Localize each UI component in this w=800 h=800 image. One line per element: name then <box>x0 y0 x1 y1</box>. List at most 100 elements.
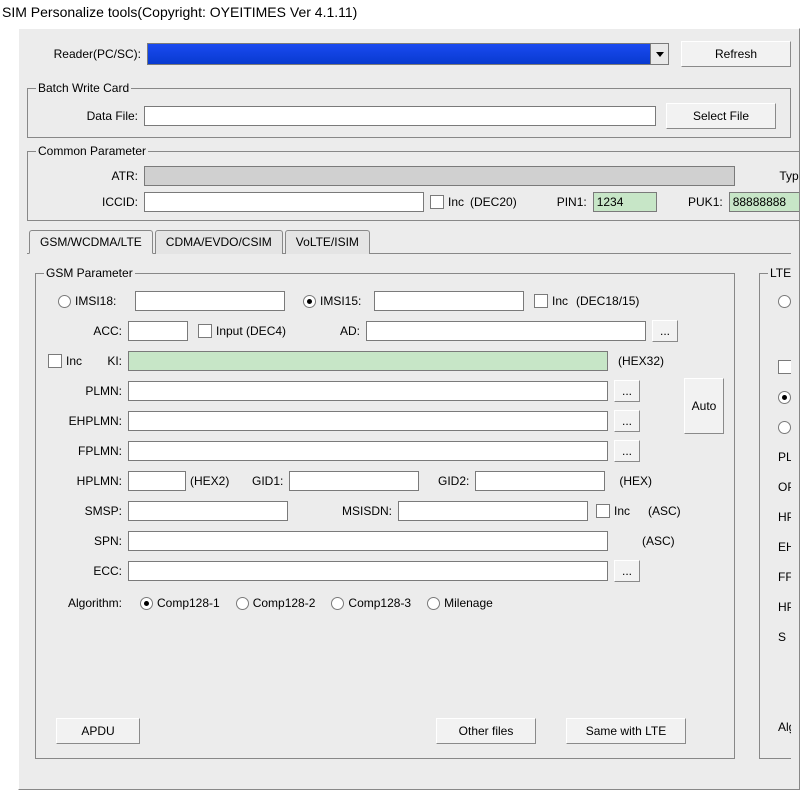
iccid-input[interactable] <box>144 192 424 212</box>
dec1815-label: (DEC18/15) <box>576 294 639 308</box>
fplmn-input[interactable] <box>128 441 608 461</box>
refresh-button[interactable]: Refresh <box>681 41 791 67</box>
spn-label: SPN: <box>42 534 128 548</box>
lte-ff-label: FF <box>778 570 791 584</box>
tab-cdma[interactable]: CDMA/EVDO/CSIM <box>155 230 283 254</box>
msisdn-inc-checkbox[interactable] <box>596 504 610 518</box>
imsi18-input[interactable] <box>135 291 285 311</box>
atr-input <box>144 166 735 186</box>
hex-label: (HEX) <box>619 474 652 488</box>
ki-input[interactable] <box>128 351 608 371</box>
dec20-label: (DEC20) <box>470 195 517 209</box>
gsm-fieldset: GSM Parameter IMSI18: IMSI15: Inc (DEC18… <box>35 266 735 759</box>
iccid-label: ICCID: <box>34 195 144 209</box>
fplmn-label: FPLMN: <box>42 444 128 458</box>
lte-plmn-label: PLMN <box>778 450 791 464</box>
fplmn-browse-button[interactable]: ... <box>614 440 640 462</box>
ecc-browse-button[interactable]: ... <box>614 560 640 582</box>
imsi-inc-checkbox[interactable] <box>534 294 548 308</box>
lte-im-radio[interactable] <box>778 295 791 308</box>
msisdn-input[interactable] <box>398 501 588 521</box>
ad-browse-button[interactable]: ... <box>652 320 678 342</box>
plmn-input[interactable] <box>128 381 608 401</box>
smsp-asc-label: (ASC) <box>648 504 681 518</box>
imsi15-radio[interactable] <box>303 295 316 308</box>
gid2-label: GID2: <box>419 474 475 488</box>
lte-alg-label: Alg <box>778 720 791 734</box>
imsi18-label: IMSI18: <box>75 294 135 308</box>
ki-label: KI: <box>92 354 128 368</box>
hplmn-input[interactable] <box>128 471 186 491</box>
same-with-lte-button[interactable]: Same with LTE <box>566 718 686 744</box>
datafile-label: Data File: <box>34 109 144 123</box>
plmn-browse-button[interactable]: ... <box>614 380 640 402</box>
acc-input[interactable] <box>128 321 188 341</box>
lte-ehf-label: EHF <box>778 540 791 554</box>
lte-legend: LTE/WC <box>768 266 791 280</box>
pin1-label: PIN1: <box>547 195 593 209</box>
hplmn-label: HPLMN: <box>42 474 128 488</box>
atr-label: ATR: <box>34 169 144 183</box>
alg-milenage-radio[interactable] <box>427 597 440 610</box>
imsi15-input[interactable] <box>374 291 524 311</box>
alg-comp128-2-label: Comp128-2 <box>253 596 316 610</box>
ecc-label: ECC: <box>42 564 128 578</box>
reader-label: Reader(PC/SC): <box>27 47 147 61</box>
tab-volte[interactable]: VoLTE/ISIM <box>285 230 370 254</box>
common-fieldset: Common Parameter ATR: Type: ICCID: Inc (… <box>27 144 800 221</box>
msisdn-inc-label: Inc <box>614 504 630 518</box>
alg-comp128-1-radio[interactable] <box>140 597 153 610</box>
select-file-button[interactable]: Select File <box>666 103 776 129</box>
spn-input[interactable] <box>128 531 608 551</box>
reader-combo[interactable] <box>147 43 669 65</box>
alg-milenage-label: Milenage <box>444 596 493 610</box>
iccid-inc-checkbox[interactable] <box>430 195 444 209</box>
ad-input[interactable] <box>366 321 646 341</box>
msisdn-label: MSISDN: <box>288 504 398 518</box>
reader-combo-body[interactable] <box>148 44 650 64</box>
auto-button[interactable]: Auto <box>684 378 724 434</box>
iccid-inc-label: Inc <box>448 195 464 209</box>
chevron-down-icon <box>656 52 664 57</box>
gid2-input[interactable] <box>475 471 605 491</box>
ehplmn-browse-button[interactable]: ... <box>614 410 640 432</box>
alg-comp128-1-label: Comp128-1 <box>157 596 220 610</box>
plmn-label: PLMN: <box>42 384 128 398</box>
alg-comp128-2-radio[interactable] <box>236 597 249 610</box>
gid1-label: GID1: <box>239 474 289 488</box>
batch-fieldset: Batch Write Card Data File: Select File <box>27 81 791 138</box>
spn-asc-label: (ASC) <box>642 534 675 548</box>
acc-input-label: Input (DEC4) <box>216 324 286 338</box>
lte-radio-1[interactable] <box>778 391 791 404</box>
datafile-input[interactable] <box>144 106 656 126</box>
window-title: SIM Personalize tools(Copyright: OYEITIM… <box>0 0 800 28</box>
imsi-inc-label: Inc <box>552 294 568 308</box>
lte-in-checkbox[interactable] <box>778 360 791 374</box>
lte-s-label: S <box>778 630 786 644</box>
lte-hplmn-label: HPLMN <box>778 510 791 524</box>
algorithm-label: Algorithm: <box>42 596 128 610</box>
type-label: Type: <box>765 169 800 183</box>
acc-input-checkbox[interactable] <box>198 324 212 338</box>
lte-radio-2[interactable] <box>778 421 791 434</box>
reader-combo-button[interactable] <box>650 44 668 64</box>
lte-fieldset: LTE/WC IM In PLMN OPLMN HPLMN EHF FF HPF… <box>759 266 791 759</box>
smsp-input[interactable] <box>128 501 288 521</box>
alg-comp128-3-radio[interactable] <box>331 597 344 610</box>
imsi18-radio[interactable] <box>58 295 71 308</box>
ki-inc-label: Inc <box>66 354 92 368</box>
ecc-input[interactable] <box>128 561 608 581</box>
ki-inc-checkbox[interactable] <box>48 354 62 368</box>
other-files-button[interactable]: Other files <box>436 718 536 744</box>
ad-label: AD: <box>286 324 366 338</box>
ehplmn-input[interactable] <box>128 411 608 431</box>
common-legend: Common Parameter <box>36 144 148 158</box>
pin1-input[interactable] <box>593 192 657 212</box>
puk1-input[interactable] <box>729 192 800 212</box>
gid1-input[interactable] <box>289 471 419 491</box>
ehplmn-label: EHPLMN: <box>42 414 128 428</box>
tab-strip: GSM/WCDMA/LTE CDMA/EVDO/CSIM VoLTE/ISIM <box>29 229 799 253</box>
apdu-button[interactable]: APDU <box>56 718 140 744</box>
tab-gsm[interactable]: GSM/WCDMA/LTE <box>29 230 153 254</box>
smsp-label: SMSP: <box>42 504 128 518</box>
